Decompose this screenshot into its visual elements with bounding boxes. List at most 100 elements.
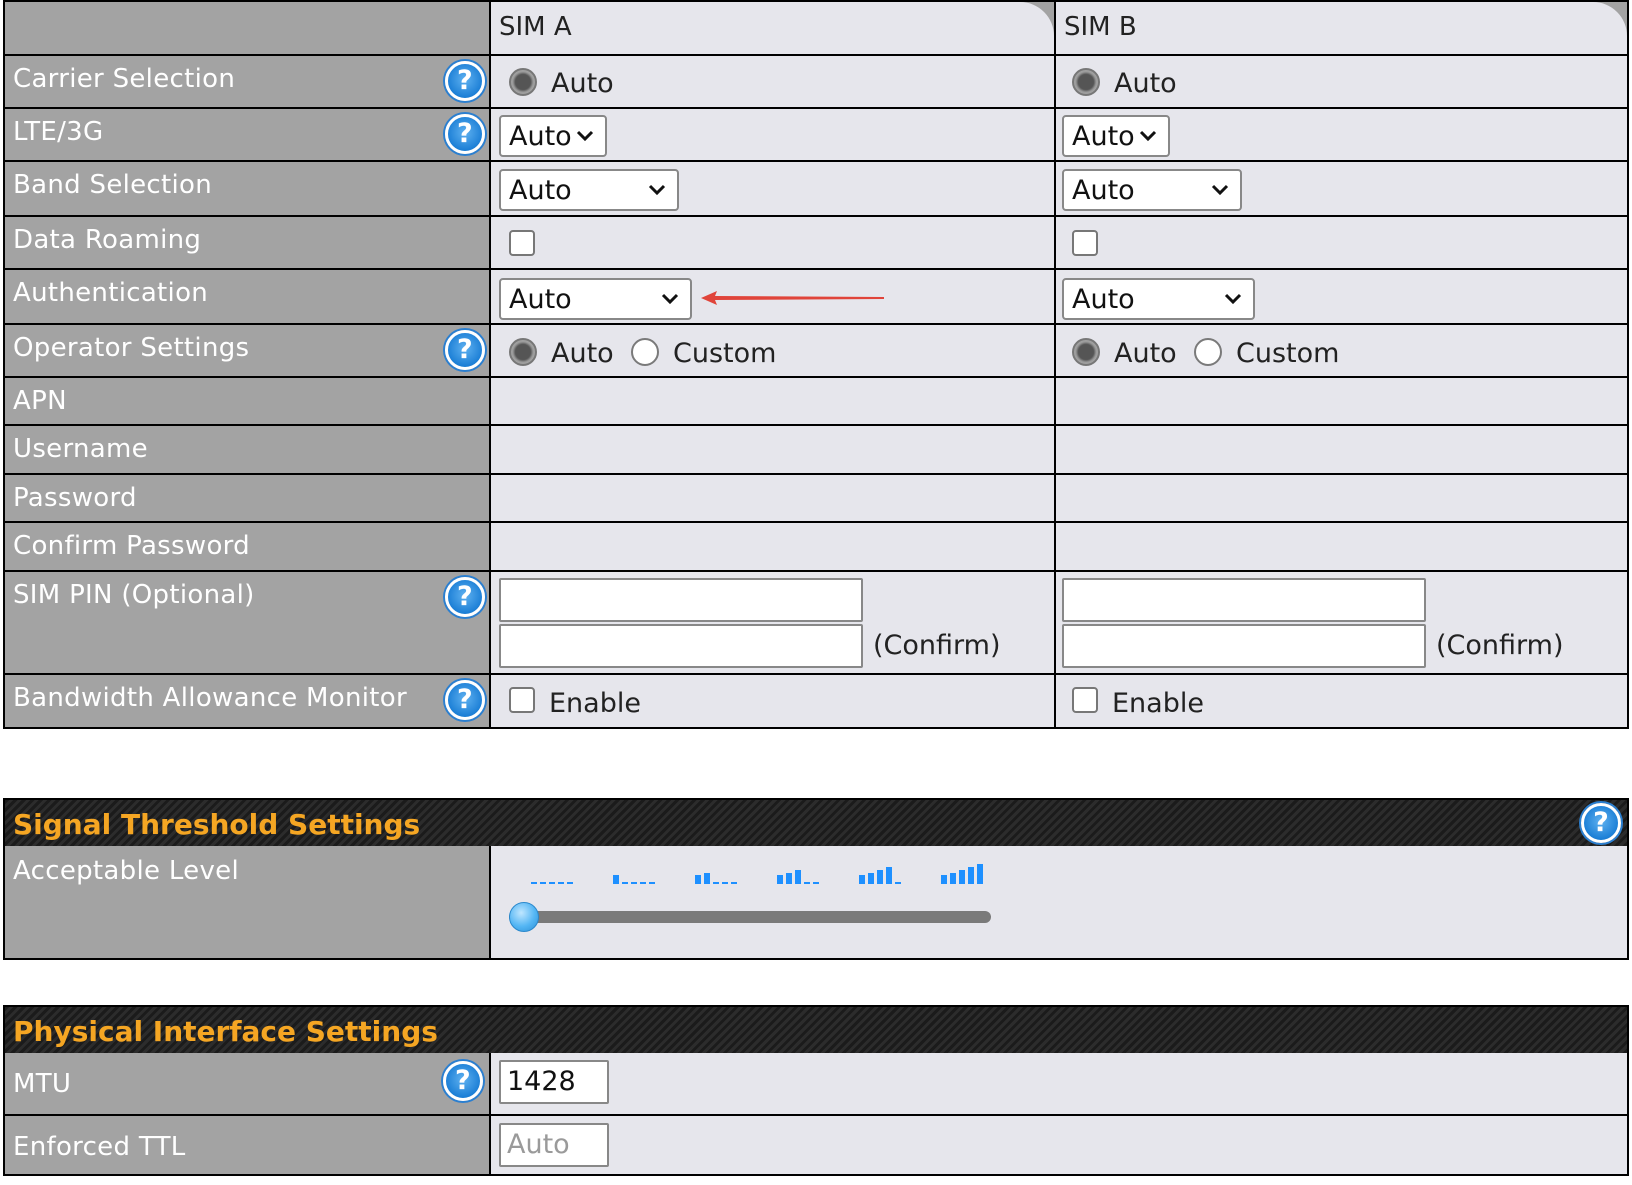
help-icon[interactable]: ? [445,330,485,370]
signal-bar [531,882,537,884]
help-icon[interactable]: ? [443,1061,483,1101]
row-label: Enforced TTL [5,1116,491,1174]
row-label: Username [5,426,491,473]
sim-pin-confirm-input-a[interactable] [499,624,863,668]
operator-custom-radio-a[interactable] [631,338,659,366]
tab-sim-a[interactable]: SIM A [491,2,1056,54]
band-select-a[interactable]: Auto [499,169,679,211]
operator-auto-radio-a[interactable] [509,338,537,366]
operator-auto-label-b: Auto [1114,338,1177,369]
operator-custom-radio-b[interactable] [1194,338,1222,366]
row-label: LTE/3G ? [5,109,491,160]
bandwidth-enable-label-b: Enable [1112,688,1204,719]
data-roaming-sim-a [491,217,1056,268]
signal-level-5-icon [941,864,983,884]
band-select-b[interactable]: Auto [1062,169,1242,211]
signal-bar [567,882,573,884]
signal-level-slider-track[interactable] [509,911,991,923]
username-label: Username [13,434,148,464]
row-bandwidth-monitor: Bandwidth Allowance Monitor ? Enable Ena… [5,673,1627,727]
help-icon[interactable]: ? [445,680,485,720]
confirm-password-sim-b [1056,523,1627,570]
row-label: Carrier Selection ? [5,56,491,107]
row-enforced-ttl: Enforced TTL Auto [5,1114,1627,1174]
signal-level-1-icon [613,875,655,884]
bandwidth-monitor-label: Bandwidth Allowance Monitor [13,683,407,713]
lte-3g-value-a: Auto [509,121,572,152]
acceptable-level-cell [491,846,1627,958]
help-icon[interactable]: ? [1581,803,1621,843]
lte-3g-select-a[interactable]: Auto [499,115,607,157]
data-roaming-checkbox-b[interactable] [1072,230,1098,256]
row-label: Operator Settings ? [5,325,491,376]
row-apn: APN [5,376,1627,424]
signal-bar [959,870,965,884]
authentication-select-a[interactable]: Auto [499,278,692,320]
bandwidth-enable-checkbox-b[interactable] [1072,687,1098,713]
sim-pin-confirm-label-b: (Confirm) [1436,630,1564,661]
mtu-input[interactable]: 1428 [499,1060,609,1104]
physical-interface-table: MTU ? 1428 Enforced TTL Auto [3,1053,1629,1176]
username-sim-b [1056,426,1627,473]
tab-sim-b[interactable]: SIM B [1056,2,1627,54]
help-icon[interactable]: ? [445,114,485,154]
row-label: Band Selection [5,162,491,215]
lte-3g-select-b[interactable]: Auto [1062,115,1170,157]
bandwidth-monitor-sim-a: Enable [491,675,1056,727]
authentication-value-b: Auto [1072,284,1135,315]
physical-interface-title: Physical Interface Settings [13,1015,438,1048]
row-password: Password [5,473,1627,521]
data-roaming-label: Data Roaming [13,225,202,255]
row-mtu: MTU ? 1428 [5,1053,1627,1114]
password-sim-b [1056,475,1627,521]
operator-auto-radio-b[interactable] [1072,338,1100,366]
authentication-select-b[interactable]: Auto [1062,278,1255,320]
signal-bar [895,882,901,884]
carrier-auto-radio-b[interactable] [1072,68,1100,96]
authentication-sim-a: Auto [491,270,1056,323]
tab-corner [1020,2,1054,36]
sim-settings-table: SIM A SIM B Carrier Selection ? Auto Aut… [3,0,1629,729]
carrier-auto-radio-a[interactable] [509,68,537,96]
authentication-value-a: Auto [509,284,572,315]
bandwidth-enable-label-a: Enable [549,688,641,719]
data-roaming-checkbox-a[interactable] [509,230,535,256]
signal-bar [540,882,546,884]
help-icon[interactable]: ? [445,61,485,101]
signal-bar [731,882,737,884]
password-sim-a [491,475,1056,521]
operator-settings-sim-b: Auto Custom [1056,325,1627,376]
row-label: MTU ? [5,1053,491,1114]
signal-bar [722,882,728,884]
row-band-selection: Band Selection Auto Auto [5,160,1627,215]
sim-pin-sim-b: (Confirm) [1056,572,1627,673]
signal-bar [613,875,619,884]
sim-pin-input-b[interactable] [1062,578,1426,622]
operator-custom-label-b: Custom [1236,338,1340,369]
row-label: Confirm Password [5,523,491,570]
bandwidth-enable-checkbox-a[interactable] [509,687,535,713]
lte-3g-sim-a: Auto [491,109,1056,160]
sim-pin-input-a[interactable] [499,578,863,622]
signal-bar [558,882,564,884]
signal-bar [877,870,883,884]
apn-sim-a [491,378,1056,424]
confirm-password-label: Confirm Password [13,531,250,561]
sim-header-row: SIM A SIM B [5,2,1627,54]
mtu-cell: 1428 [491,1053,1627,1114]
signal-level-slider-knob[interactable] [509,902,539,932]
signal-bar [549,882,555,884]
help-icon[interactable]: ? [445,577,485,617]
operator-auto-label-a: Auto [551,338,614,369]
sim-pin-confirm-input-b[interactable] [1062,624,1426,668]
row-label: APN [5,378,491,424]
signal-bar [813,882,819,884]
sim-pin-label: SIM PIN (Optional) [13,580,255,610]
signal-bar [640,882,646,884]
signal-bar [622,882,628,884]
operator-settings-label: Operator Settings [13,333,250,363]
row-label: Authentication [5,270,491,323]
enforced-ttl-input[interactable]: Auto [499,1123,609,1167]
row-carrier-selection: Carrier Selection ? Auto Auto [5,54,1627,107]
band-selection-sim-a: Auto [491,162,1056,215]
